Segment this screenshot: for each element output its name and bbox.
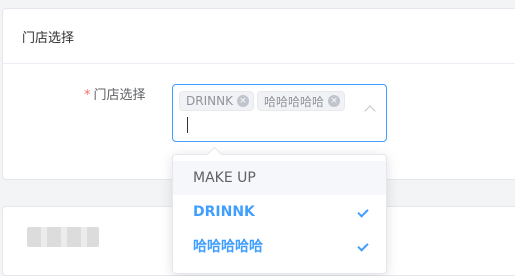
option-label: DRINNK <box>193 204 255 220</box>
option-label: MAKE UP <box>193 170 256 186</box>
check-icon <box>357 240 369 252</box>
tag-close-icon[interactable]: × <box>236 95 249 107</box>
store-select-label: * 门店选择 <box>84 84 146 103</box>
store-multi-select[interactable]: DRINNK × 哈哈哈哈哈 × <box>172 84 387 142</box>
dropdown-option-drinnk[interactable]: DRINNK <box>173 195 386 229</box>
tag-label: DRINNK <box>186 94 233 108</box>
tag-label: 哈哈哈哈哈 <box>264 94 325 109</box>
card-header: 门店选择 <box>3 9 515 64</box>
option-label: 哈哈哈哈哈 <box>193 239 263 255</box>
selected-tag: 哈哈哈哈哈 × <box>257 91 346 111</box>
select-dropdown: MAKE UP DRINNK 哈哈哈哈哈 <box>172 146 387 274</box>
check-icon <box>357 206 369 218</box>
chevron-up-icon[interactable] <box>364 105 376 117</box>
store-select-label-text: 门店选择 <box>93 88 146 103</box>
tag-close-icon[interactable]: × <box>328 95 341 107</box>
dropdown-option-make-up[interactable]: MAKE UP <box>173 161 386 195</box>
blurred-title <box>27 227 99 247</box>
text-cursor <box>187 117 188 133</box>
dropdown-option-hahaha[interactable]: 哈哈哈哈哈 <box>173 229 386 263</box>
required-mark: * <box>84 88 91 103</box>
selected-tag: DRINNK × <box>179 91 254 111</box>
card-title: 门店选择 <box>22 30 75 46</box>
